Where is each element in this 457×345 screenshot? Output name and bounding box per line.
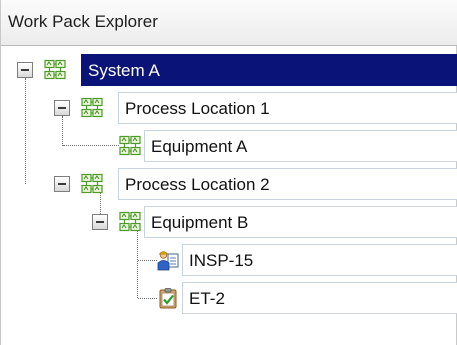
tree-node-equipment-b[interactable]: Equipment B bbox=[144, 206, 457, 238]
panel-title: Work Pack Explorer bbox=[8, 12, 158, 31]
location-hierarchy-icon bbox=[81, 173, 103, 195]
tree-node-process-location-2[interactable]: Process Location 2 bbox=[118, 168, 457, 200]
tree-node-et-2[interactable]: ET-2 bbox=[182, 282, 457, 314]
tree-node-label: INSP-15 bbox=[189, 251, 254, 270]
collapse-process-location-1-button[interactable] bbox=[54, 100, 70, 116]
tree-connector-line bbox=[62, 116, 63, 146]
tree-node-equipment-a[interactable]: Equipment A bbox=[144, 130, 457, 162]
tree-node-label: Process Location 2 bbox=[125, 175, 270, 194]
tree-node-label: ET-2 bbox=[189, 289, 225, 308]
location-hierarchy-icon bbox=[119, 211, 141, 233]
collapse-system-a-button[interactable] bbox=[17, 62, 33, 78]
location-hierarchy-icon bbox=[81, 97, 103, 119]
tree-connector-line bbox=[138, 260, 157, 261]
tree-connector-line bbox=[63, 145, 119, 146]
tree-connector-line bbox=[138, 298, 157, 299]
tree-connector-line bbox=[137, 230, 138, 298]
collapse-equipment-b-button[interactable] bbox=[92, 214, 108, 230]
work-pack-explorer-panel: Work Pack Explorer System A Process Loca… bbox=[0, 0, 457, 345]
work-pack-tree: System A Process Location 1 Equipment A … bbox=[1, 46, 457, 345]
location-hierarchy-icon bbox=[119, 135, 141, 157]
collapse-process-location-2-button[interactable] bbox=[54, 176, 70, 192]
tree-node-label: Equipment A bbox=[151, 137, 248, 156]
inspection-document-icon bbox=[157, 249, 179, 271]
location-hierarchy-icon bbox=[44, 59, 66, 81]
panel-title-bar: Work Pack Explorer bbox=[1, 0, 457, 46]
tree-node-insp-15[interactable]: INSP-15 bbox=[182, 244, 457, 276]
tree-connector-line bbox=[25, 78, 26, 184]
tree-node-label: Process Location 1 bbox=[125, 99, 270, 118]
tree-node-label: Equipment B bbox=[151, 213, 249, 232]
tree-node-process-location-1[interactable]: Process Location 1 bbox=[118, 92, 457, 124]
task-clipboard-icon bbox=[157, 287, 179, 309]
tree-node-label: System A bbox=[88, 61, 160, 80]
tree-node-system-a[interactable]: System A bbox=[81, 54, 457, 86]
